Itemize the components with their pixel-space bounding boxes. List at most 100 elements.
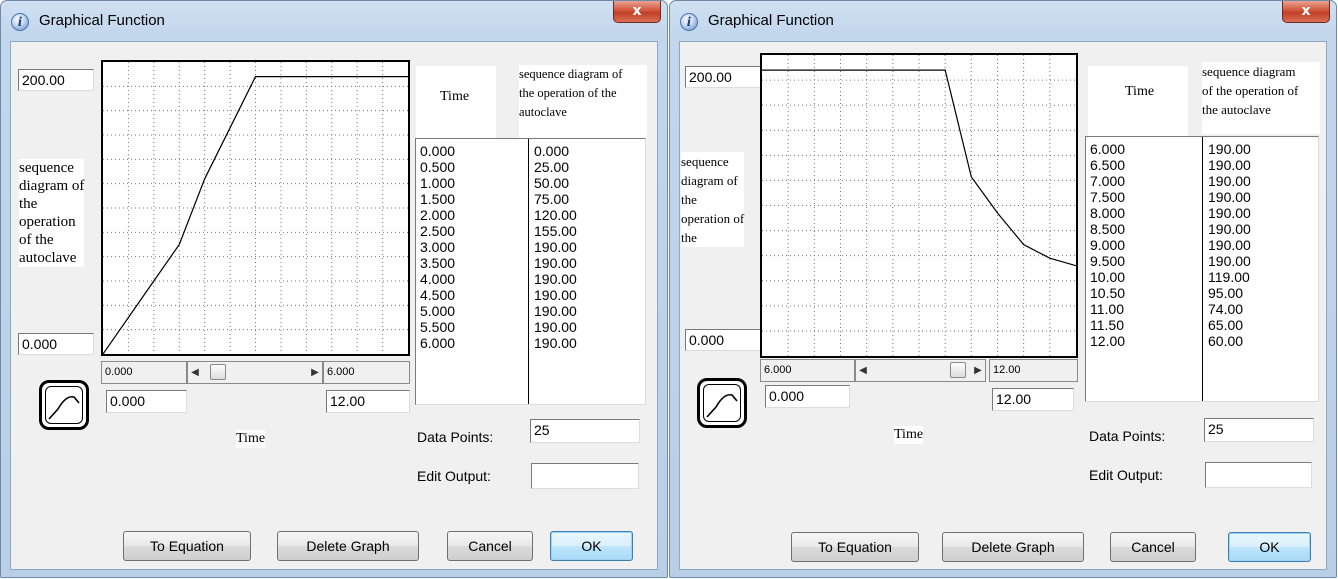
- table-cell-value[interactable]: 75.00: [534, 191, 569, 207]
- edit-output-field[interactable]: [531, 463, 639, 489]
- table-cell-time[interactable]: 8.500: [1090, 221, 1125, 237]
- x-max-field[interactable]: 12.00: [326, 390, 410, 413]
- scroll-left-arrow-icon[interactable]: ◀: [856, 360, 870, 381]
- scroll-right-arrow-icon[interactable]: ▶: [971, 360, 985, 381]
- scrollbar-thumb[interactable]: [210, 364, 226, 380]
- table-cell-value[interactable]: 190.00: [534, 287, 577, 303]
- data-points-field[interactable]: 25: [530, 419, 640, 443]
- table-cell-time[interactable]: 8.000: [1090, 205, 1125, 221]
- table-cell-time[interactable]: 7.000: [1090, 173, 1125, 189]
- table-cell-value[interactable]: 60.00: [1208, 333, 1243, 349]
- x-min-field[interactable]: 0.000: [765, 385, 850, 408]
- curve-shape-icon[interactable]: [697, 378, 747, 428]
- table-cell-value[interactable]: 190.00: [1208, 173, 1251, 189]
- table-cell-time[interactable]: 2.000: [420, 207, 455, 223]
- table-cell-value[interactable]: 95.00: [1208, 285, 1243, 301]
- scroll-range-start: 6.000: [760, 359, 855, 382]
- y-min-field[interactable]: 0.000: [18, 333, 94, 355]
- cancel-button[interactable]: Cancel: [1110, 532, 1196, 562]
- x-scrollbar[interactable]: ◀ ▶: [855, 359, 986, 382]
- table-cell-value[interactable]: 190.00: [1208, 221, 1251, 237]
- x-axis-label: Time: [236, 430, 266, 448]
- data-table[interactable]: 0.000 0.000 0.500 25.00 1.000 50.00 1.500 75.00…: [415, 138, 646, 405]
- title-bar[interactable]: i Graphical Function x: [1, 1, 667, 37]
- table-cell-value[interactable]: 65.00: [1208, 317, 1243, 333]
- x-max-field[interactable]: 12.00: [992, 388, 1074, 411]
- table-cell-time[interactable]: 0.500: [420, 159, 455, 175]
- scroll-range-end: 12.00: [989, 359, 1078, 382]
- table-cell-value[interactable]: 50.00: [534, 175, 569, 191]
- x-axis-label: Time: [894, 426, 924, 444]
- table-cell-value[interactable]: 190.00: [1208, 141, 1251, 157]
- table-cell-value[interactable]: 190.00: [534, 271, 577, 287]
- table-cell-time[interactable]: 4.500: [420, 287, 455, 303]
- table-cell-time[interactable]: 7.500: [1090, 189, 1125, 205]
- delete-graph-button[interactable]: Delete Graph: [942, 532, 1084, 562]
- table-cell-time[interactable]: 12.00: [1090, 333, 1125, 349]
- table-cell-time[interactable]: 11.00: [1090, 301, 1124, 317]
- ok-button[interactable]: OK: [1228, 532, 1311, 562]
- delete-graph-button[interactable]: Delete Graph: [277, 531, 419, 561]
- table-cell-time[interactable]: 10.00: [1090, 269, 1125, 285]
- table-cell-time[interactable]: 0.000: [420, 143, 455, 159]
- y-max-field[interactable]: 200.00: [18, 69, 94, 91]
- y-min-field[interactable]: 0.000: [685, 329, 761, 351]
- table-cell-time[interactable]: 1.000: [420, 175, 455, 191]
- close-button[interactable]: x: [1282, 1, 1330, 23]
- table-cell-time[interactable]: 11.50: [1090, 317, 1124, 333]
- table-cell-value[interactable]: 190.00: [1208, 253, 1251, 269]
- table-cell-time[interactable]: 5.000: [420, 303, 455, 319]
- curve-shape-icon[interactable]: [39, 380, 89, 430]
- table-cell-value[interactable]: 190.00: [534, 319, 577, 335]
- table-cell-value[interactable]: 190.00: [1208, 205, 1251, 221]
- table-cell-value[interactable]: 120.00: [534, 207, 577, 223]
- table-cell-time[interactable]: 6.500: [1090, 157, 1125, 173]
- table-cell-value[interactable]: 190.00: [1208, 189, 1251, 205]
- to-equation-button[interactable]: To Equation: [123, 531, 251, 561]
- table-cell-time[interactable]: 9.500: [1090, 253, 1125, 269]
- table-cell-time[interactable]: 3.000: [420, 239, 455, 255]
- table-cell-time[interactable]: 2.500: [420, 223, 455, 239]
- graph-plot-area[interactable]: [760, 53, 1078, 358]
- table-cell-time[interactable]: 5.500: [420, 319, 455, 335]
- scroll-right-arrow-icon[interactable]: ▶: [308, 362, 322, 383]
- table-cell-value[interactable]: 155.00: [534, 223, 577, 239]
- cancel-button[interactable]: Cancel: [447, 531, 533, 561]
- scrollbar-thumb[interactable]: [950, 362, 966, 378]
- window-title: Graphical Function: [39, 12, 165, 29]
- table-cell-value[interactable]: 190.00: [1208, 157, 1251, 173]
- table-cell-time[interactable]: 10.50: [1090, 285, 1125, 301]
- table-cell-value[interactable]: 190.00: [534, 335, 577, 351]
- close-button[interactable]: x: [613, 1, 661, 23]
- table-cell-time[interactable]: 9.000: [1090, 237, 1125, 253]
- edit-output-label: Edit Output:: [417, 468, 491, 484]
- graph-plot-area[interactable]: [101, 60, 410, 356]
- ok-button[interactable]: OK: [550, 531, 633, 561]
- table-cell-value[interactable]: 74.00: [1208, 301, 1243, 317]
- table-cell-time[interactable]: 1.500: [420, 191, 455, 207]
- edit-output-field[interactable]: [1205, 462, 1312, 488]
- x-scrollbar[interactable]: ◀ ▶: [187, 361, 323, 384]
- table-cell-value[interactable]: 119.00: [1208, 269, 1250, 285]
- edit-output-label: Edit Output:: [1089, 467, 1163, 483]
- data-points-field[interactable]: 25: [1204, 418, 1314, 442]
- table-header-time: Time: [1088, 66, 1188, 138]
- table-cell-time[interactable]: 6.000: [1090, 141, 1125, 157]
- y-max-field[interactable]: 200.00: [685, 66, 761, 88]
- to-equation-button[interactable]: To Equation: [791, 532, 919, 562]
- table-cell-value[interactable]: 190.00: [534, 255, 577, 271]
- title-bar[interactable]: i Graphical Function x: [670, 1, 1336, 37]
- table-cell-time[interactable]: 4.000: [420, 271, 455, 287]
- x-min-field[interactable]: 0.000: [106, 390, 187, 413]
- table-cell-time[interactable]: 6.000: [420, 335, 455, 351]
- table-cell-value[interactable]: 190.00: [1208, 237, 1251, 253]
- table-cell-time[interactable]: 3.500: [420, 255, 455, 271]
- table-cell-value[interactable]: 190.00: [534, 239, 577, 255]
- table-cell-value[interactable]: 190.00: [534, 303, 577, 319]
- table-cell-value[interactable]: 25.00: [534, 159, 569, 175]
- scroll-left-arrow-icon[interactable]: ◀: [188, 362, 202, 383]
- table-header-output: sequence diagram of the operation of the…: [1202, 62, 1320, 134]
- data-table[interactable]: 6.000 190.00 6.500 190.00 7.000 190.00 7.500 19…: [1085, 136, 1319, 402]
- y-axis-label: sequence diagram of the operation of the: [681, 152, 745, 247]
- table-cell-value[interactable]: 0.000: [534, 143, 569, 159]
